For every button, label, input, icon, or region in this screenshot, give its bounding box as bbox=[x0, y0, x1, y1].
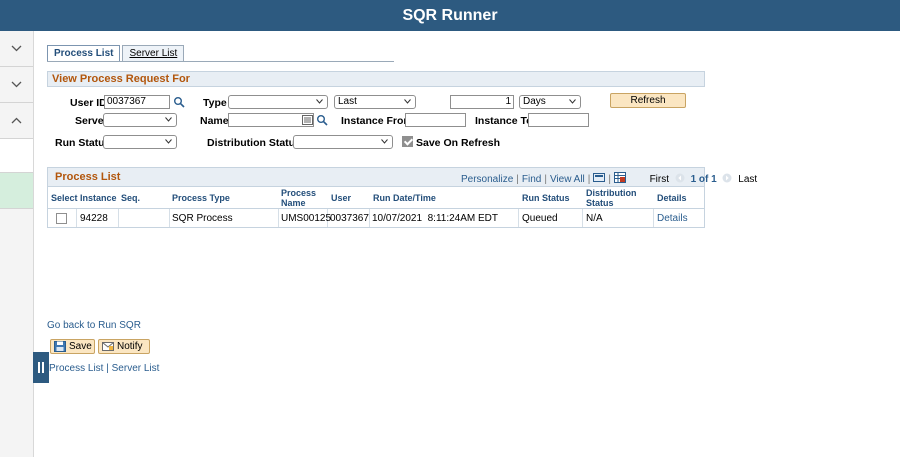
name-lookup-icon[interactable] bbox=[316, 114, 328, 126]
previous-arrow-icon[interactable] bbox=[675, 173, 685, 183]
chevron-down-icon bbox=[165, 117, 172, 122]
user-id-lookup-icon[interactable] bbox=[173, 96, 185, 108]
col-seq[interactable]: Seq. bbox=[121, 193, 140, 203]
view-process-request-header: View Process Request For bbox=[47, 71, 705, 87]
details-link[interactable]: Details bbox=[657, 213, 688, 224]
distribution-status-select[interactable] bbox=[293, 135, 393, 149]
grid-title: Process List bbox=[55, 171, 121, 183]
go-back-link[interactable]: Go back to Run SQR bbox=[47, 320, 141, 331]
chevron-down-icon bbox=[165, 139, 172, 144]
chevron-down-icon bbox=[316, 99, 323, 104]
sidebar-expand-button-1[interactable] bbox=[0, 31, 33, 67]
name-label: Name bbox=[200, 115, 229, 127]
next-arrow-icon[interactable] bbox=[722, 173, 732, 183]
footer-link-separator: | bbox=[106, 363, 109, 374]
first-label: First bbox=[649, 174, 670, 185]
refresh-button[interactable]: Refresh bbox=[610, 93, 686, 108]
last-select-value: Last bbox=[338, 96, 357, 107]
col-details: Details bbox=[657, 193, 687, 203]
instance-to-label-text: Instance To bbox=[475, 115, 533, 127]
last-label: Last bbox=[738, 174, 758, 185]
cell-run-datetime: 10/07/2021 8:11:24AM EDT bbox=[372, 213, 499, 224]
save-button[interactable]: Save bbox=[50, 339, 95, 354]
sidebar-panel bbox=[0, 139, 33, 173]
grid-toolbar: Process List Personalize | Find | View All | |… bbox=[48, 168, 757, 187]
grid-header-row: Select Instance Seq. Process Type Proces… bbox=[48, 187, 704, 209]
notify-button-label: Notify bbox=[117, 341, 143, 352]
personalize-link[interactable]: Personalize bbox=[461, 174, 513, 185]
user-id-input[interactable]: 0037367 bbox=[104, 95, 170, 109]
pause-icon bbox=[38, 362, 40, 373]
chevron-down-icon bbox=[569, 99, 576, 104]
col-distribution-status[interactable]: Distribution Status bbox=[586, 188, 646, 208]
user-id-label: User ID bbox=[70, 97, 107, 109]
app-title-bar: SQR Runner bbox=[0, 0, 900, 31]
view-all-link[interactable]: View All bbox=[550, 174, 585, 185]
col-select: Select bbox=[51, 193, 78, 203]
chevron-down-icon bbox=[404, 99, 411, 104]
app-title: SQR Runner bbox=[402, 7, 498, 24]
row-select-checkbox[interactable] bbox=[56, 213, 67, 224]
footer-process-list-link[interactable]: Process List bbox=[49, 363, 103, 374]
cell-process-name: UMS00125 bbox=[281, 213, 332, 224]
col-process-type[interactable]: Process Type bbox=[172, 193, 230, 203]
tab-bar: Process List Server List bbox=[47, 45, 186, 62]
notify-button[interactable]: Notify bbox=[98, 339, 150, 354]
col-process-name[interactable]: Process Name bbox=[281, 188, 321, 208]
left-sidebar bbox=[0, 31, 34, 457]
grid-navigation: Personalize | Find | View All | | First 1 of 1… bbox=[461, 172, 758, 185]
sidebar-active-item[interactable] bbox=[0, 173, 33, 209]
cell-process-type: SQR Process bbox=[172, 213, 233, 224]
process-list-grid: Process List Personalize | Find | View All | |… bbox=[47, 167, 757, 228]
footer-server-list-link[interactable]: Server List bbox=[112, 363, 160, 374]
cell-distribution-status: N/A bbox=[586, 213, 603, 224]
unit-select[interactable]: Days bbox=[519, 95, 581, 109]
save-icon bbox=[54, 341, 66, 352]
chevron-down-icon bbox=[11, 81, 22, 88]
instance-to-input[interactable] bbox=[528, 113, 589, 127]
download-spreadsheet-icon[interactable] bbox=[614, 172, 626, 183]
tab-divider bbox=[47, 61, 394, 62]
cell-instance: 94228 bbox=[80, 213, 108, 224]
chevron-down-icon bbox=[11, 45, 22, 52]
chevron-up-icon bbox=[11, 117, 22, 124]
instance-from-input[interactable] bbox=[405, 113, 466, 127]
save-on-refresh-label: Save On Refresh bbox=[416, 137, 501, 149]
table-row: 94228 SQR Process UMS00125 0037367 10/07… bbox=[48, 209, 704, 227]
name-list-icon[interactable] bbox=[302, 114, 314, 126]
server-select[interactable] bbox=[103, 113, 177, 127]
col-run-datetime[interactable]: Run Date/Time bbox=[373, 193, 436, 203]
notify-icon bbox=[102, 342, 114, 351]
distribution-status-label: Distribution Status bbox=[207, 137, 301, 149]
sidebar-expand-button-2[interactable] bbox=[0, 67, 33, 103]
cell-run-status: Queued bbox=[522, 213, 558, 224]
col-instance[interactable]: Instance bbox=[80, 193, 117, 203]
sidebar-collapse-button[interactable] bbox=[0, 103, 33, 139]
col-user[interactable]: User bbox=[331, 193, 351, 203]
find-link[interactable]: Find bbox=[522, 174, 541, 185]
zoom-grid-icon[interactable] bbox=[593, 173, 606, 183]
save-on-refresh-checkbox[interactable] bbox=[402, 136, 413, 147]
footer-links: Process List | Server List bbox=[49, 363, 159, 374]
unit-select-value: Days bbox=[523, 96, 546, 107]
chevron-down-icon bbox=[381, 139, 388, 144]
last-select[interactable]: Last bbox=[334, 95, 416, 109]
instance-from-label: Instance From bbox=[341, 115, 413, 127]
tab-server-list[interactable]: Server List bbox=[122, 45, 185, 62]
type-label: Type bbox=[203, 97, 227, 109]
run-status-select[interactable] bbox=[103, 135, 177, 149]
tab-process-list[interactable]: Process List bbox=[47, 45, 121, 62]
save-button-label: Save bbox=[69, 341, 92, 352]
pane-collapse-handle[interactable] bbox=[33, 352, 49, 383]
cell-user: 0037367 bbox=[330, 213, 369, 224]
last-count-input[interactable]: 1 bbox=[450, 95, 514, 109]
col-run-status[interactable]: Run Status bbox=[522, 193, 570, 203]
type-select[interactable] bbox=[228, 95, 328, 109]
row-count: 1 of 1 bbox=[690, 174, 717, 185]
